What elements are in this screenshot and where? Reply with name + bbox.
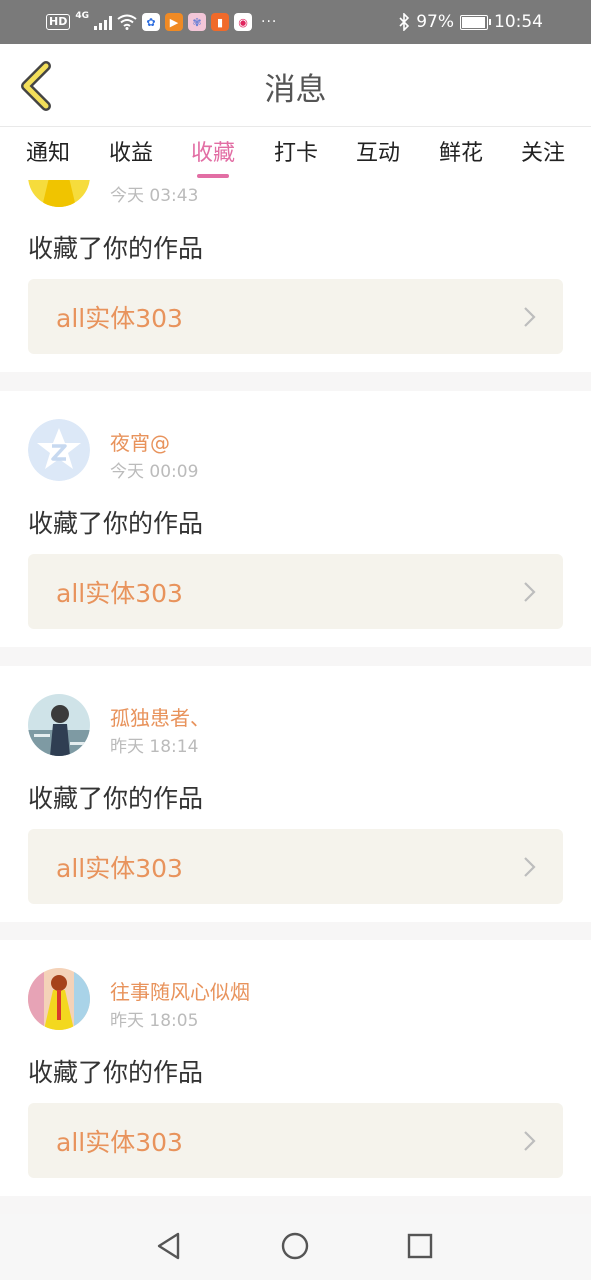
work-title: all实体303 bbox=[56, 1128, 183, 1157]
tab-favorites[interactable]: 收藏 bbox=[173, 135, 253, 167]
network-type: 4G bbox=[75, 11, 89, 21]
timestamp: 今天 03:43 bbox=[110, 186, 199, 206]
message-list[interactable]: 今天 03:43 收藏了你的作品 all实体303 夜宵@ 今天 00:09 收… bbox=[0, 180, 591, 1214]
chevron-right-icon bbox=[524, 857, 536, 877]
square-recents-icon[interactable] bbox=[402, 1228, 438, 1264]
action-text: 收藏了你的作品 bbox=[28, 509, 204, 538]
triangle-back-icon[interactable] bbox=[151, 1228, 187, 1264]
work-link[interactable]: all实体303 bbox=[28, 554, 563, 629]
chevron-right-icon bbox=[524, 307, 536, 327]
battery-percent: 97% bbox=[416, 12, 454, 32]
app-header: 消息 bbox=[0, 44, 591, 126]
timestamp: 昨天 18:14 bbox=[110, 737, 199, 757]
music-app-icon: ◉ bbox=[234, 13, 252, 31]
tab-checkin[interactable]: 打卡 bbox=[256, 135, 336, 167]
work-title: all实体303 bbox=[56, 579, 183, 608]
avatar[interactable] bbox=[28, 180, 90, 207]
work-link[interactable]: all实体303 bbox=[28, 829, 563, 904]
list-item: 夜宵@ 今天 00:09 收藏了你的作品 all实体303 bbox=[0, 391, 591, 647]
signal-icon bbox=[94, 14, 112, 30]
list-item: 往事随风心似烟 昨天 18:05 收藏了你的作品 all实体303 bbox=[0, 940, 591, 1196]
username[interactable]: 夜宵@ bbox=[110, 427, 170, 456]
status-bar: HD 4G ✿ ▶ ✾ ▮ ◉ ··· 97% 10:54 bbox=[0, 0, 591, 44]
list-item: 孤独患者、 昨天 18:14 收藏了你的作品 all实体303 bbox=[0, 666, 591, 922]
system-nav-bar bbox=[0, 1214, 591, 1280]
work-title: all实体303 bbox=[56, 304, 183, 333]
tab-follow[interactable]: 关注 bbox=[503, 135, 583, 167]
tab-flowers[interactable]: 鲜花 bbox=[421, 135, 501, 167]
status-right: 97% 10:54 bbox=[398, 10, 543, 34]
bluetooth-icon bbox=[399, 13, 410, 31]
tab-interaction[interactable]: 互动 bbox=[338, 135, 418, 167]
clock: 10:54 bbox=[494, 12, 543, 32]
work-link[interactable]: all实体303 bbox=[28, 1103, 563, 1178]
action-text: 收藏了你的作品 bbox=[28, 234, 204, 263]
gallery-app-icon: ✾ bbox=[188, 13, 206, 31]
reader-app-icon: ▮ bbox=[211, 13, 229, 31]
action-text: 收藏了你的作品 bbox=[28, 1058, 204, 1087]
avatar[interactable] bbox=[28, 694, 90, 756]
avatar[interactable] bbox=[28, 419, 90, 481]
tab-bar: 通知 收益 收藏 打卡 互动 鲜花 关注 bbox=[0, 126, 591, 181]
circle-home-icon[interactable] bbox=[277, 1228, 313, 1264]
work-link[interactable]: all实体303 bbox=[28, 279, 563, 354]
baidu-app-icon: ✿ bbox=[142, 13, 160, 31]
username[interactable]: 孤独患者、 bbox=[110, 702, 210, 731]
list-item: 今天 03:43 收藏了你的作品 all实体303 bbox=[0, 180, 591, 372]
wifi-icon bbox=[117, 14, 137, 30]
tab-notice[interactable]: 通知 bbox=[8, 135, 88, 167]
active-tab-indicator bbox=[197, 174, 229, 178]
chevron-right-icon bbox=[524, 582, 536, 602]
tab-earnings[interactable]: 收益 bbox=[91, 135, 171, 167]
battery-icon bbox=[460, 14, 491, 30]
more-notifications-icon: ··· bbox=[261, 14, 278, 30]
timestamp: 今天 00:09 bbox=[110, 462, 199, 482]
action-text: 收藏了你的作品 bbox=[28, 784, 204, 813]
timestamp: 昨天 18:05 bbox=[110, 1011, 199, 1031]
username[interactable]: 往事随风心似烟 bbox=[110, 976, 250, 1005]
status-left: HD 4G ✿ ▶ ✾ ▮ ◉ ··· bbox=[46, 10, 277, 34]
hd-indicator: HD bbox=[46, 14, 71, 30]
work-title: all实体303 bbox=[56, 854, 183, 883]
avatar[interactable] bbox=[28, 968, 90, 1030]
page-title: 消息 bbox=[264, 72, 327, 108]
video-app-icon: ▶ bbox=[165, 13, 183, 31]
chevron-right-icon bbox=[524, 1131, 536, 1151]
